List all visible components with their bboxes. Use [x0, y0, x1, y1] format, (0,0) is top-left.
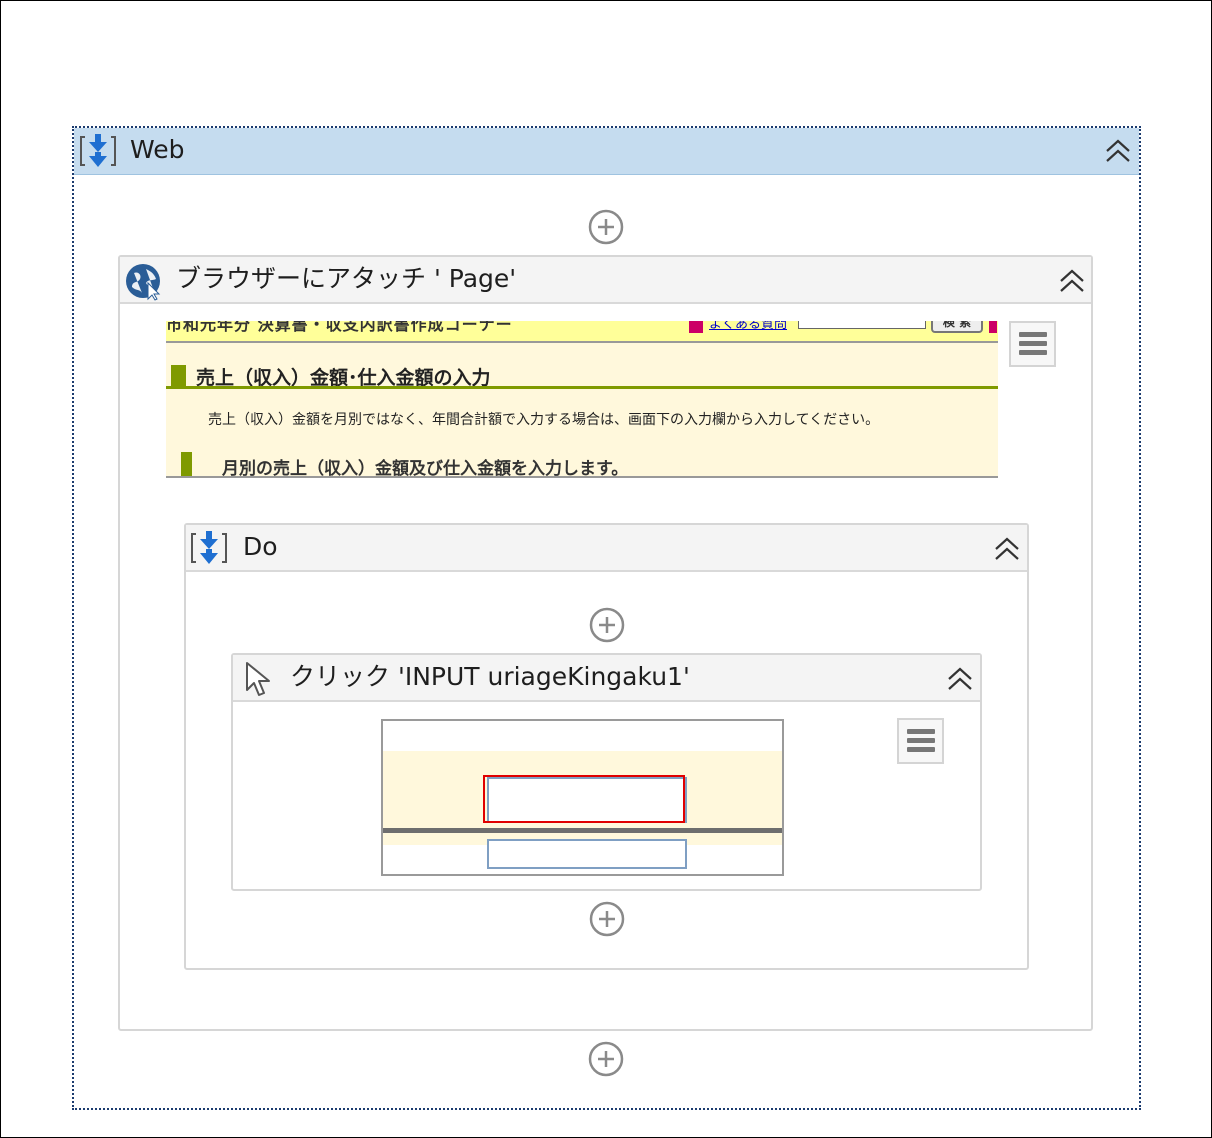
attach-browser-title: ブラウザーにアタッチ ' Page'	[176, 264, 517, 293]
sequence-icon	[191, 531, 227, 564]
heading-underline	[166, 386, 998, 389]
browser-globe-icon	[126, 264, 161, 301]
add-activity-icon[interactable]	[588, 209, 624, 245]
add-activity-icon[interactable]	[588, 1041, 624, 1077]
subheading-marker	[181, 452, 192, 476]
click-activity-header[interactable]: クリック 'INPUT uriageKingaku1'	[233, 655, 980, 702]
collapse-chevron-icon[interactable]	[1058, 267, 1086, 295]
add-activity-icon[interactable]	[589, 607, 625, 643]
screenshot-note: 売上（収入）金額を月別ではなく、年間合計額で入力する場合は、画面下の入力欄から入…	[208, 412, 880, 428]
do-sequence-header[interactable]: Do	[186, 525, 1027, 572]
preview-divider	[383, 828, 782, 833]
collapse-chevron-icon[interactable]	[1104, 137, 1132, 165]
faq-marker-icon	[689, 321, 703, 333]
faq-link: よくある質問	[709, 321, 788, 332]
attach-browser-header[interactable]: ブラウザーにアタッチ ' Page'	[120, 257, 1091, 304]
collapse-chevron-icon[interactable]	[946, 665, 974, 693]
screenshot-subheading: 月別の売上（収入）金額及び仕入金額を入力します。	[222, 459, 629, 478]
sequence-web-header[interactable]: Web	[74, 128, 1139, 175]
heading-marker	[171, 365, 186, 387]
add-activity-icon[interactable]	[589, 901, 625, 937]
target-element-preview	[381, 719, 784, 876]
screenshot-header-text: 市和元年分 決算書・収支内訳書作成コーナー	[166, 321, 513, 334]
search-field	[798, 321, 926, 329]
preview-input-field-next	[487, 839, 687, 869]
browser-screenshot-preview: 市和元年分 決算書・収支内訳書作成コーナー よくある質問 検 索 売上（収入）金…	[166, 321, 998, 478]
sequence-icon	[80, 134, 116, 167]
activity-menu-button[interactable]	[897, 718, 944, 764]
marker-icon	[989, 321, 997, 333]
do-sequence-title: Do	[243, 532, 278, 561]
collapse-chevron-icon[interactable]	[993, 535, 1021, 563]
target-highlight-box	[483, 775, 685, 823]
activity-menu-button[interactable]	[1009, 321, 1056, 367]
click-activity-title: クリック 'INPUT uriageKingaku1'	[290, 662, 690, 691]
search-button: 検 索	[931, 321, 983, 333]
sequence-web-title: Web	[130, 135, 185, 164]
mouse-pointer-icon	[246, 662, 270, 696]
screenshot-top-bar: 市和元年分 決算書・収支内訳書作成コーナー よくある質問 検 索	[166, 321, 998, 343]
designer-canvas: Web ブラウザーにアタッチ ' Page' 市和元年分 決算書・収支内訳書作成…	[0, 0, 1212, 1138]
